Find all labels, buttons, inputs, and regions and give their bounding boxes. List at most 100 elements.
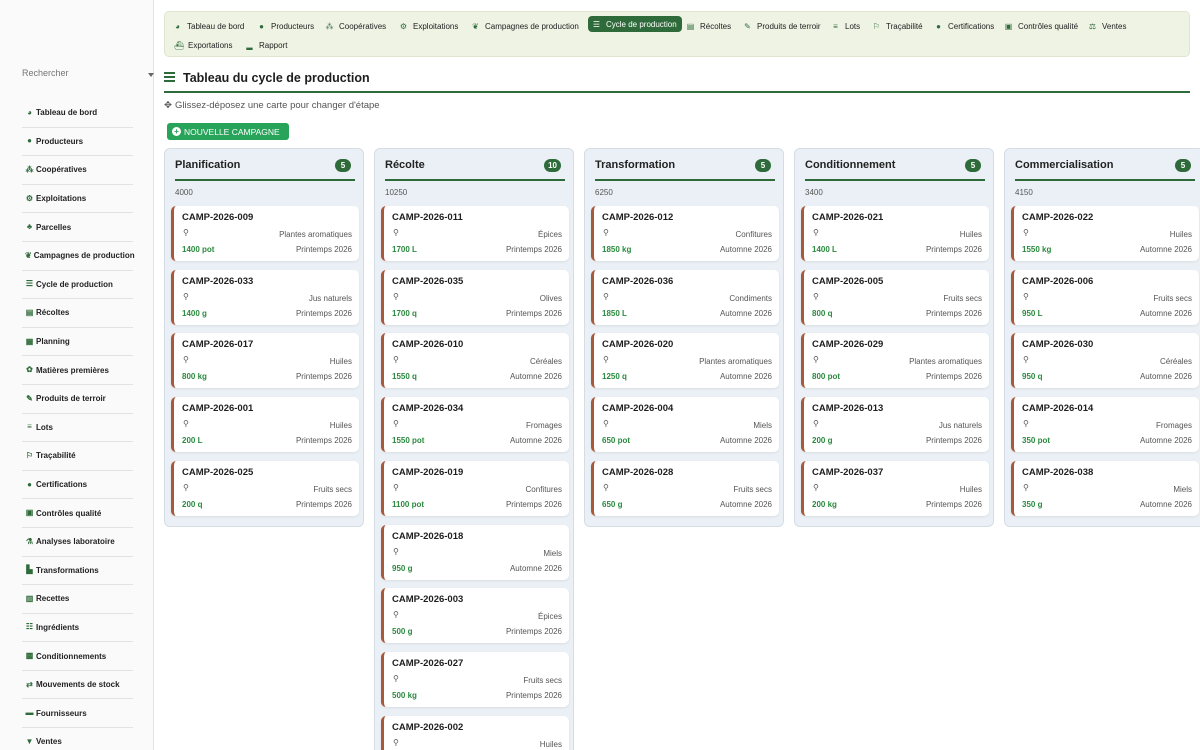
sidebar-item-lots[interactable]: ≡ Lots	[22, 414, 133, 443]
top-menu-lots[interactable]: ≡ Lots	[827, 18, 865, 34]
top-menu-produits-de-terroir[interactable]: ✎ Produits de terroir	[739, 18, 826, 34]
campaign-card[interactable]: CAMP-2026-035 Olives 1700 q Printemps 2026 ⚲	[381, 269, 569, 325]
campaign-card[interactable]: CAMP-2026-011 Épices 1700 L Printemps 2026 ⚲	[381, 206, 569, 261]
campaign-card[interactable]: CAMP-2026-037 Huiles 200 kg Printemps 2026 ⚲	[801, 460, 989, 516]
kanban-column: Planification 5 4000 CAMP-2026-009 Plantes a…	[164, 148, 364, 527]
campaign-card[interactable]: CAMP-2026-022 Huiles 1550 kg Automne 2026 ⚲	[1011, 206, 1199, 261]
campaign-card[interactable]: CAMP-2026-013 Jus naturels 200 g Printemps …	[801, 397, 989, 453]
sidebar-item-planning[interactable]: ▦ Planning	[22, 328, 133, 357]
leaf-icon: ❦	[472, 21, 479, 31]
campaign-season: Printemps 2026	[295, 372, 352, 382]
seedling-icon: ⚲	[393, 228, 399, 237]
campaign-card[interactable]: CAMP-2026-025 Fruits secs 200 q Printemps 2…	[171, 460, 359, 516]
campaign-card[interactable]: CAMP-2026-012 Confitures 1850 kg Automne 20…	[591, 206, 779, 261]
campaign-card[interactable]: CAMP-2026-020 Plantes aromatiques 1250 q Au…	[591, 333, 779, 389]
campaign-card[interactable]: CAMP-2026-019 Confitures 1100 pot Printemps…	[381, 460, 569, 516]
sidebar-item-tableau-de-bord[interactable]: ◕ Tableau de bord	[22, 99, 133, 128]
chart-icon: ▂	[246, 40, 253, 50]
campaign-category: Huiles	[1169, 230, 1192, 239]
top-menu-label: Campagnes de production	[485, 21, 579, 31]
column-header: Récolte 10	[385, 159, 565, 181]
campaign-card[interactable]: CAMP-2026-009 Plantes aromatiques 1400 pot…	[171, 206, 359, 261]
sidebar-item-controles-qualite[interactable]: ▣ Contrôles qualité	[22, 499, 133, 528]
campaign-card[interactable]: CAMP-2026-005 Fruits secs 800 q Printemps 2…	[801, 269, 989, 325]
campaign-card[interactable]: CAMP-2026-014 Fromages 350 pot Automne 2026…	[1011, 397, 1199, 453]
column-total: 3400	[805, 188, 823, 197]
search-input[interactable]	[22, 68, 132, 78]
campaign-quantity: 1550 pot	[392, 436, 425, 446]
seedling-icon: ⚲	[393, 482, 399, 492]
sidebar-item-parcelles[interactable]: ♣ Parcelles	[22, 213, 133, 242]
sidebar-item-produits-de-terroir[interactable]: ✎ Produits de terroir	[22, 385, 133, 414]
campaign-card[interactable]: CAMP-2026-027 Fruits secs 500 kg Printemps …	[381, 651, 569, 707]
campaign-card[interactable]: CAMP-2026-001 Huiles 200 L Printemps 2026 ⚲	[171, 397, 359, 453]
top-menu-tableau-de-bord[interactable]: ◕ Tableau de bord	[169, 18, 249, 34]
campaign-card[interactable]: CAMP-2026-030 Céréales 950 q Automne 2026 ⚲	[1011, 333, 1199, 389]
sidebar-item-recoltes[interactable]: ▤ Récoltes	[22, 299, 133, 328]
sidebar-item-ingredients[interactable]: ☷ Ingrédients	[22, 614, 133, 643]
campaign-code: CAMP-2026-037	[812, 466, 884, 478]
campaign-season: Automne 2026	[1139, 245, 1192, 254]
sidebar-item-analyses-laboratoire[interactable]: ⚗ Analyses laboratoire	[22, 528, 133, 557]
top-menu-cycle-de-production[interactable]: ☰ Cycle de production	[588, 16, 682, 32]
top-menu-ventes[interactable]: ⚖ Ventes	[1084, 18, 1131, 34]
campaign-card[interactable]: CAMP-2026-038 Miels 350 g Automne 2026 ⚲	[1011, 460, 1199, 516]
campaign-season: Automne 2026	[1139, 308, 1192, 318]
top-menu-label: Tableau de bord	[187, 21, 245, 31]
top-menu-certifications[interactable]: ● Certifications	[930, 18, 999, 34]
campaign-card[interactable]: CAMP-2026-018 Miels 950 g Automne 2026 ⚲	[381, 524, 569, 580]
campaign-card[interactable]: CAMP-2026-002 Huiles ⚲	[381, 715, 569, 750]
box-icon: ▤	[25, 307, 34, 317]
top-menu-controles-qualite[interactable]: ▣ Contrôles qualité	[1000, 18, 1083, 34]
sidebar-item-ventes[interactable]: ▼ Ventes	[22, 728, 133, 750]
campaign-code: CAMP-2026-006	[1022, 275, 1094, 287]
campaign-quantity: 1850 kg	[602, 245, 632, 254]
campaign-card[interactable]: CAMP-2026-017 Huiles 800 kg Printemps 2026 ⚲	[171, 333, 359, 389]
top-menu-recoltes[interactable]: ▤ Récoltes	[682, 18, 736, 34]
kanban-column: Récolte 10 10250 CAMP-2026-011 Épices 1700 L P…	[374, 148, 574, 750]
sidebar-item-matieres-premieres[interactable]: ✿ Matières premières	[22, 356, 133, 385]
campaign-card[interactable]: CAMP-2026-003 Épices 500 g Printemps 2026 ⚲	[381, 588, 569, 644]
new-campaign-button[interactable]: + NOUVELLE CAMPAGNE	[167, 123, 289, 140]
column-count-badge: 5	[335, 159, 351, 172]
sidebar-item-fournisseurs[interactable]: ▬ Fournisseurs	[22, 699, 133, 729]
campaign-card[interactable]: CAMP-2026-004 Miels 650 pot Automne 2026 ⚲	[591, 397, 779, 453]
top-menu-cooperatives[interactable]: ⁂ Coopératives	[321, 18, 391, 34]
sidebar-item-recettes[interactable]: ▥ Recettes	[22, 585, 133, 614]
campaign-card[interactable]: CAMP-2026-034 Fromages 1550 pot Automne 202…	[381, 397, 569, 453]
seedling-icon: ⚲	[183, 355, 189, 365]
sidebar-item-cycle-de-production[interactable]: ☰ Cycle de production	[22, 271, 133, 300]
campaign-card[interactable]: CAMP-2026-036 Condiments 1850 L Automne 202…	[591, 269, 779, 325]
campaign-code: CAMP-2026-013	[812, 403, 884, 415]
sidebar-item-mouvements-de-stock[interactable]: ⇄ Mouvements de stock	[22, 671, 133, 700]
campaign-card[interactable]: CAMP-2026-033 Jus naturels 1400 g Printemps…	[171, 269, 359, 325]
top-menu-exploitations[interactable]: ⚙ Exploitations	[395, 18, 463, 34]
search-box[interactable]	[22, 68, 154, 82]
plus-circle-icon: +	[172, 127, 181, 136]
seedling-icon: ⚲	[813, 291, 819, 301]
top-menu-exportations[interactable]: ⛴ Exportations	[170, 37, 237, 53]
sidebar-item-conditionnements[interactable]: ▩ Conditionnements	[22, 642, 133, 671]
sidebar-item-label: Mouvements de stock	[36, 680, 120, 690]
top-menu-campagnes-de-production[interactable]: ❦ Campagnes de production	[467, 18, 584, 34]
top-menu-rapport[interactable]: ▂ Rapport	[241, 37, 292, 53]
campaign-card[interactable]: CAMP-2026-029 Plantes aromatiques 800 pot P…	[801, 333, 989, 389]
sidebar-item-certifications[interactable]: ● Certifications	[22, 471, 133, 500]
campaign-quantity: 200 q	[182, 499, 203, 509]
sidebar-item-campagnes-de-production[interactable]: ❦ Campagnes de production	[22, 242, 135, 271]
sidebar-item-tracabilite[interactable]: ⚐ Traçabilité	[22, 442, 133, 471]
campaign-card[interactable]: CAMP-2026-006 Fruits secs 950 L Automne 202…	[1011, 269, 1199, 325]
sidebar-item-cooperatives[interactable]: ⁂ Coopératives	[22, 156, 133, 185]
top-menu-producteurs[interactable]: ● Producteurs	[253, 18, 319, 34]
campaign-card[interactable]: CAMP-2026-028 Fruits secs 650 g Automne 202…	[591, 460, 779, 516]
top-menu-tracabilite[interactable]: ⚐ Traçabilité	[868, 18, 928, 34]
seedling-icon: ⚲	[183, 228, 189, 237]
campaign-season: Printemps 2026	[295, 245, 352, 254]
campaign-card[interactable]: CAMP-2026-021 Huiles 1400 L Printemps 2026 ⚲	[801, 206, 989, 261]
chevron-down-icon[interactable]	[148, 73, 154, 77]
sidebar-item-transformations[interactable]: ▙ Transformations	[22, 557, 133, 586]
sidebar-item-producteurs[interactable]: ● Producteurs	[22, 128, 133, 157]
sidebar-item-exploitations[interactable]: ⚙ Exploitations	[22, 185, 133, 214]
seedling-icon: ⚲	[393, 419, 399, 429]
campaign-card[interactable]: CAMP-2026-010 Céréales 1550 q Automne 2026 ⚲	[381, 333, 569, 389]
